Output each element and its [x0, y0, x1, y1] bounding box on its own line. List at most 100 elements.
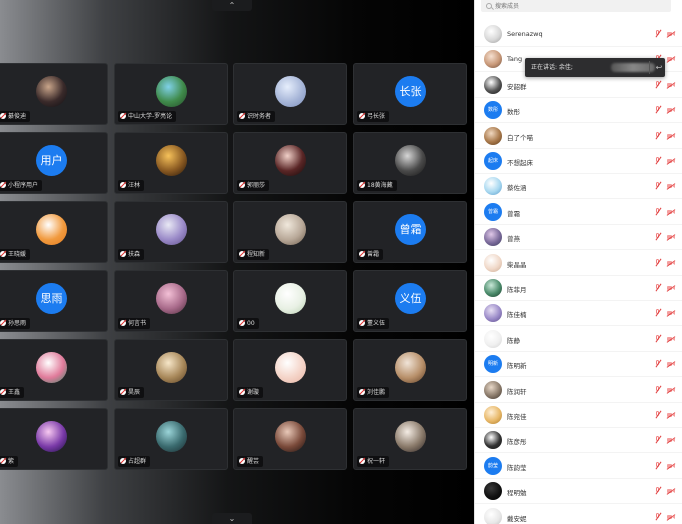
camera-off-icon[interactable]	[666, 107, 676, 114]
member-row[interactable]: 柴晶晶	[475, 251, 682, 276]
member-row[interactable]: 曾燕	[475, 225, 682, 251]
mic-off-icon[interactable]	[655, 233, 661, 241]
mic-off-icon[interactable]	[655, 334, 661, 343]
camera-off-icon[interactable]	[666, 361, 676, 368]
participant-name-tag: 扶森	[118, 249, 145, 260]
member-row[interactable]: 陈宛佳	[475, 403, 682, 428]
member-row[interactable]: 韵莹 陈韵莹	[475, 454, 682, 479]
participant-name: 18黄海藏	[367, 182, 393, 189]
participant-tile[interactable]: 思雨 孙思雨	[0, 270, 108, 332]
camera-off-icon[interactable]	[666, 285, 676, 292]
member-row[interactable]: 起床 不想起床	[475, 149, 682, 174]
participant-tile[interactable]: 长张 弓长张	[353, 63, 467, 125]
camera-off-icon[interactable]	[666, 209, 676, 216]
camera-off-icon[interactable]	[666, 82, 676, 89]
mic-off-icon[interactable]	[655, 30, 661, 38]
member-row[interactable]: Serenazwq	[475, 22, 682, 47]
participant-name: 程知新	[247, 251, 266, 258]
mic-off-icon[interactable]	[655, 157, 661, 165]
camera-off-icon[interactable]	[666, 259, 676, 267]
participant-tile[interactable]: 曾霜 曾霜	[353, 201, 467, 263]
camera-off-icon[interactable]	[666, 183, 676, 191]
mic-off-icon[interactable]	[655, 309, 661, 317]
participant-tile[interactable]: 王晓媛	[0, 201, 108, 263]
member-row[interactable]: 陈彦彤	[475, 428, 682, 454]
camera-off-icon[interactable]	[666, 513, 676, 521]
camera-off-icon[interactable]	[666, 31, 676, 38]
member-row[interactable]: 陈佳楠	[475, 301, 682, 327]
participant-tile[interactable]: 何言书	[114, 270, 228, 332]
member-row[interactable]: 蔡佐涵	[475, 174, 682, 200]
member-name: 陈菲月	[507, 286, 527, 294]
participant-tile[interactable]: 昊辰	[114, 339, 228, 401]
camera-off-icon[interactable]	[666, 412, 676, 419]
mic-off-icon[interactable]	[655, 258, 661, 267]
participant-avatar: 义伍	[395, 283, 426, 314]
camera-off-icon[interactable]	[666, 437, 676, 445]
participant-tile[interactable]: 綦俊迪	[0, 63, 108, 125]
camera-off-icon[interactable]	[666, 158, 676, 165]
participant-tile[interactable]: 00	[233, 270, 347, 332]
participant-avatar	[156, 421, 187, 452]
mic-off-icon[interactable]	[655, 284, 661, 292]
member-row[interactable]: 数彤 数彤	[475, 98, 682, 124]
member-row[interactable]: 明新 陈明新	[475, 352, 682, 378]
participant-tile[interactable]: 汪林	[114, 132, 228, 194]
participant-tile[interactable]: 识时务者	[233, 63, 347, 125]
mic-off-icon[interactable]	[655, 487, 661, 495]
member-name: 柴晶晶	[507, 260, 527, 269]
participant-tile[interactable]: 义伍董义伍	[353, 270, 467, 332]
camera-off-icon[interactable]	[666, 56, 676, 64]
participant-name: 王鑫	[8, 389, 21, 396]
participant-name-tag: 醒芸	[237, 456, 264, 467]
mic-off-icon[interactable]	[655, 106, 661, 114]
camera-off-icon[interactable]	[666, 234, 676, 241]
camera-off-icon[interactable]	[666, 132, 676, 140]
participant-tile[interactable]: 王鑫	[0, 339, 108, 401]
camera-off-icon[interactable]	[666, 463, 676, 470]
participant-name-tag: 孙思雨	[0, 318, 31, 329]
participant-tile[interactable]: 郭丽莎	[233, 132, 347, 194]
mic-off-icon[interactable]	[655, 512, 661, 521]
member-row[interactable]: 戴安妮	[475, 505, 682, 524]
participant-tile[interactable]: 中山大学-罗亮论	[114, 63, 228, 125]
participant-tile[interactable]: 用户 小程序用户	[0, 132, 108, 194]
member-search-bar[interactable]	[481, 0, 671, 12]
participant-tile[interactable]: 醒芸	[233, 408, 347, 470]
participant-tile[interactable]: 18黄海藏	[353, 132, 467, 194]
participant-tile[interactable]: 紫	[0, 408, 108, 470]
tooltip-return-icon[interactable]: ↩	[653, 58, 665, 77]
camera-off-icon[interactable]	[666, 336, 676, 343]
scroll-down-button[interactable]: ⌄	[212, 513, 252, 524]
member-row[interactable]: 陈润轩	[475, 378, 682, 403]
camera-off-icon[interactable]	[666, 386, 676, 394]
mic-off-icon[interactable]	[655, 360, 661, 368]
participant-tile[interactable]: 谢璇	[233, 339, 347, 401]
participant-tile[interactable]: 祝一轩	[353, 408, 467, 470]
mic-off-icon[interactable]	[655, 207, 661, 216]
camera-off-icon[interactable]	[666, 310, 676, 318]
member-row[interactable]: 曾霜 曾霜	[475, 200, 682, 225]
camera-off-slash	[666, 132, 676, 140]
mic-off-icon[interactable]	[655, 182, 661, 190]
participant-tile[interactable]: 占超群	[114, 408, 228, 470]
mic-off-icon[interactable]	[655, 80, 661, 89]
member-row[interactable]: 程明勉	[475, 479, 682, 505]
participant-tile[interactable]: 程知新	[233, 201, 347, 263]
participant-tile[interactable]: 扶森	[114, 201, 228, 263]
member-avatar: 曾霜	[484, 202, 502, 221]
participant-tile[interactable]: 刘佳鹏	[353, 339, 467, 401]
member-row[interactable]: 陈菲月	[475, 276, 682, 301]
mic-off-icon[interactable]	[655, 436, 661, 444]
camera-off-icon[interactable]	[666, 488, 676, 495]
participant-name: 董义伍	[367, 320, 386, 327]
mic-muted-icon	[359, 389, 365, 395]
member-row[interactable]: 白了个喵	[475, 124, 682, 149]
mic-off-icon[interactable]	[655, 131, 661, 140]
member-search-input[interactable]	[495, 0, 665, 12]
mic-off-icon[interactable]	[655, 385, 661, 394]
mic-off-icon[interactable]	[655, 411, 661, 419]
participant-avatar	[36, 352, 67, 383]
member-row[interactable]: 陈静	[475, 327, 682, 352]
mic-off-icon[interactable]	[655, 461, 661, 470]
